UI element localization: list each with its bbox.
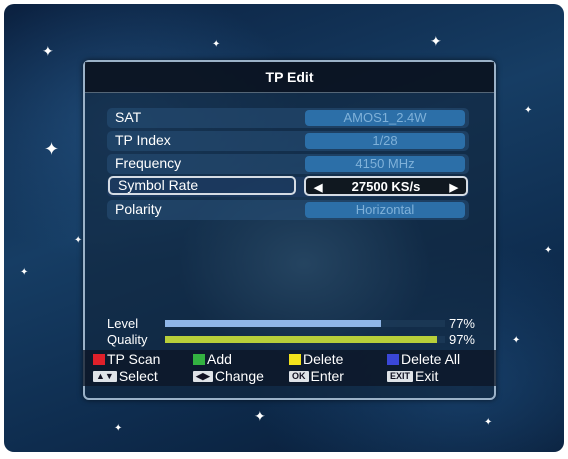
tp-scan-button[interactable]: TP Scan: [93, 351, 160, 367]
frequency-value[interactable]: 4150 MHz: [305, 156, 465, 172]
row-label: TP Index: [115, 132, 171, 148]
row-label: Polarity: [115, 201, 162, 217]
left-right-arrows-icon: ◀▶: [193, 370, 213, 382]
signal-quality: Quality 97%: [107, 332, 475, 348]
tp-index-value[interactable]: 1/28: [305, 133, 465, 149]
dialog-title: TP Edit: [85, 62, 494, 93]
symbol-rate-value[interactable]: ◀ 27500 KS/s ▶: [304, 176, 468, 196]
tp-fields: SAT AMOS1_2.4W TP Index 1/28 Frequency 4…: [107, 108, 469, 223]
row-tp-index[interactable]: TP Index 1/28: [107, 131, 469, 151]
star-icon: ✦: [484, 417, 493, 428]
row-label: Symbol Rate: [108, 176, 296, 195]
select-hint[interactable]: ▲▼ Select: [93, 368, 158, 384]
sat-value[interactable]: AMOS1_2.4W: [305, 110, 465, 126]
add-label: Add: [207, 351, 232, 367]
star-icon: ✦: [44, 139, 60, 159]
star-icon: ✦: [512, 335, 521, 346]
star-icon: ✦: [254, 408, 266, 424]
star-icon: ✦: [212, 39, 221, 50]
enter-label: Enter: [310, 368, 344, 384]
quality-label: Quality: [107, 332, 148, 347]
signal-level: Level 77%: [107, 316, 475, 332]
add-button[interactable]: Add: [193, 351, 232, 367]
tp-edit-dialog: TP Edit SAT AMOS1_2.4W TP Index 1/28 Fre…: [83, 60, 496, 400]
change-label: Change: [214, 368, 264, 384]
quality-track: [165, 336, 445, 343]
exit-key-icon: EXIT: [387, 370, 414, 382]
star-icon: ✦: [114, 423, 123, 434]
level-label: Level: [107, 316, 139, 331]
quality-bar: [165, 336, 437, 343]
level-track: [165, 320, 445, 327]
enter-hint[interactable]: OK Enter: [289, 368, 344, 384]
exit-hint[interactable]: EXIT Exit: [387, 368, 438, 384]
delete-all-button[interactable]: Delete All: [387, 351, 460, 367]
arrow-left-icon[interactable]: ◀: [314, 179, 322, 197]
star-icon: ✦: [42, 43, 54, 59]
change-hint[interactable]: ◀▶ Change: [193, 368, 264, 384]
exit-label: Exit: [415, 368, 439, 384]
symbol-rate-text: 27500 KS/s: [351, 179, 421, 194]
row-label: SAT: [115, 109, 142, 125]
yellow-key-icon: [289, 353, 301, 365]
row-symbol-rate[interactable]: Symbol Rate ◀ 27500 KS/s ▶: [107, 176, 469, 197]
delete-all-label: Delete All: [401, 351, 461, 367]
delete-label: Delete: [303, 351, 344, 367]
star-icon: ✦: [74, 235, 83, 246]
polarity-value[interactable]: Horizontal: [305, 202, 465, 218]
quality-percent: 97%: [448, 332, 475, 347]
level-bar: [165, 320, 381, 327]
row-label: Frequency: [115, 155, 182, 171]
ok-key-icon: OK: [289, 370, 309, 382]
level-percent: 77%: [448, 316, 475, 331]
star-icon: ✦: [544, 245, 553, 256]
blue-key-icon: [387, 353, 399, 365]
select-label: Select: [118, 368, 158, 384]
arrow-right-icon[interactable]: ▶: [450, 179, 458, 197]
star-icon: ✦: [524, 105, 533, 116]
green-key-icon: [193, 353, 205, 365]
row-frequency[interactable]: Frequency 4150 MHz: [107, 154, 469, 174]
row-polarity[interactable]: Polarity Horizontal: [107, 200, 469, 220]
star-icon: ✦: [20, 267, 29, 278]
up-down-arrows-icon: ▲▼: [93, 370, 117, 382]
red-key-icon: [93, 353, 105, 365]
star-icon: ✦: [430, 33, 442, 49]
row-sat[interactable]: SAT AMOS1_2.4W: [107, 108, 469, 128]
delete-button[interactable]: Delete: [289, 351, 343, 367]
help-bar: TP Scan Add Delete Delete All ▲▼ Select …: [83, 350, 496, 386]
tp-scan-label: TP Scan: [107, 351, 161, 367]
